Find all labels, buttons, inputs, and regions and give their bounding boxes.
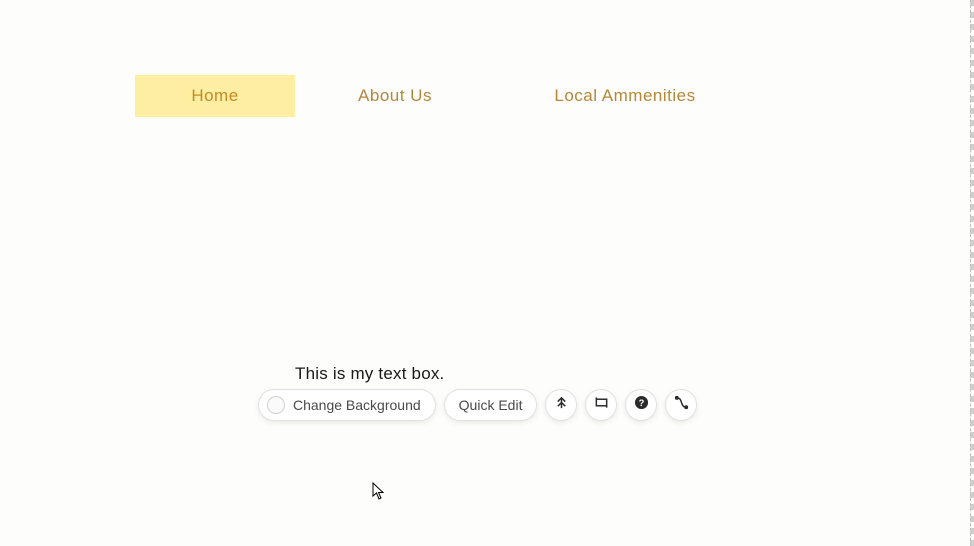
scroll-up-icon	[554, 395, 569, 415]
textbox-content[interactable]: This is my text box.	[295, 364, 444, 384]
main-nav: Home About Us Local Ammenities	[135, 75, 755, 117]
page-boundary	[970, 0, 974, 546]
change-background-label: Change Background	[293, 397, 421, 413]
stretch-button[interactable]	[585, 389, 617, 421]
scroll-effects-button[interactable]	[545, 389, 577, 421]
section-toolbar: Change Background Quick Edit ?	[258, 389, 697, 421]
help-button[interactable]: ?	[625, 389, 657, 421]
color-swatch-icon	[267, 396, 285, 414]
svg-text:?: ?	[639, 398, 645, 408]
nav-item-about[interactable]: About Us	[295, 75, 495, 117]
quick-edit-button[interactable]: Quick Edit	[444, 389, 538, 421]
animation-button[interactable]	[665, 389, 697, 421]
animation-icon	[674, 395, 689, 415]
nav-item-local-amenities[interactable]: Local Ammenities	[495, 75, 755, 117]
help-icon: ?	[634, 395, 649, 415]
change-background-button[interactable]: Change Background	[258, 389, 436, 421]
stretch-icon	[594, 395, 609, 415]
nav-item-home[interactable]: Home	[135, 75, 295, 117]
quick-edit-label: Quick Edit	[459, 397, 523, 413]
mouse-cursor	[372, 482, 386, 505]
